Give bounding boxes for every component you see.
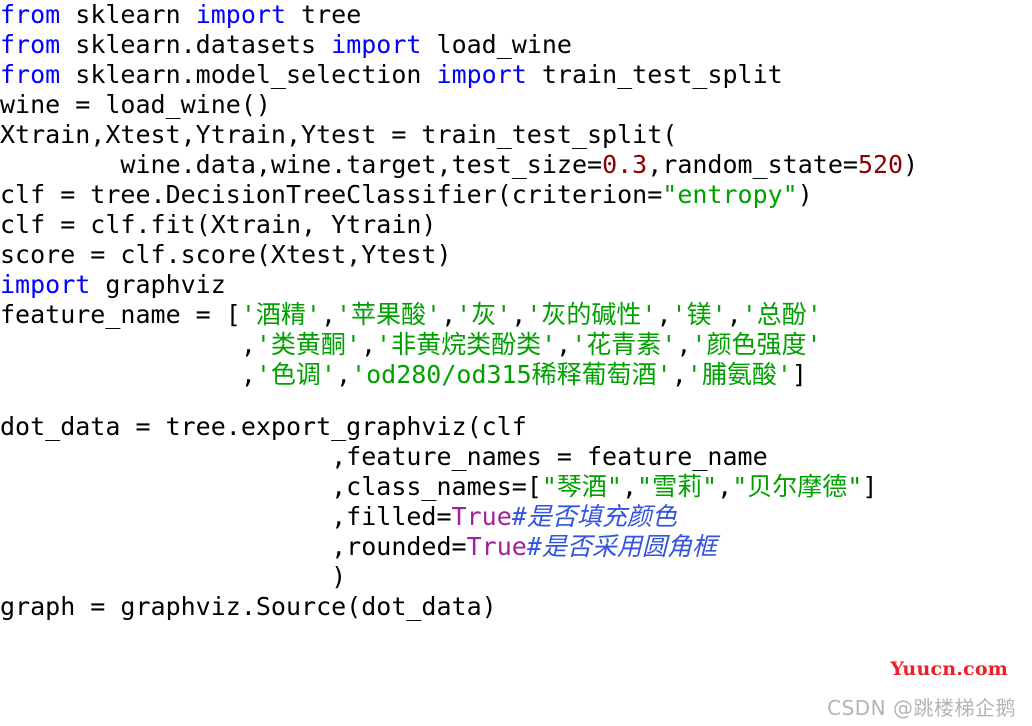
code-token-bool: True bbox=[466, 532, 527, 561]
code-token-plain: dot_data = tree.export_graphviz(clf bbox=[0, 412, 527, 441]
code-token-plain: , bbox=[0, 360, 256, 389]
code-token-kw: from bbox=[0, 60, 61, 89]
code-line: clf = tree.DecisionTreeClassifier(criter… bbox=[0, 180, 1032, 210]
code-token-str: "琴酒" bbox=[541, 472, 622, 501]
code-line: ,filled=True#是否填充颜色 bbox=[0, 502, 1032, 532]
code-token-str: '苹果酸' bbox=[336, 300, 442, 329]
code-line: ,'类黄酮','非黄烷类酚类','花青素','颜色强度' bbox=[0, 330, 1032, 360]
code-line: from sklearn import tree bbox=[0, 0, 1032, 30]
code-token-plain: ] bbox=[862, 472, 878, 501]
code-token-str: "entropy" bbox=[662, 180, 798, 209]
code-token-num: 0.3 bbox=[602, 150, 648, 179]
code-token-plain: sklearn.datasets bbox=[60, 30, 332, 59]
code-screenshot: from sklearn import tree from sklearn.dat… bbox=[0, 0, 1032, 726]
code-line: wine.data,wine.target,test_size=0.3,rand… bbox=[0, 150, 1032, 180]
code-token-str: '总酚' bbox=[741, 300, 822, 329]
code-token-kw: import bbox=[436, 60, 527, 89]
code-token-str: '脯氨酸' bbox=[686, 360, 792, 389]
code-token-plain: ,class_names=[ bbox=[0, 472, 542, 501]
code-line: dot_data = tree.export_graphviz(clf bbox=[0, 412, 1032, 442]
code-token-plain: , bbox=[656, 300, 672, 329]
code-token-plain: sklearn bbox=[60, 0, 196, 29]
code-token-str: '类黄酮' bbox=[255, 330, 361, 359]
code-line: from sklearn.model_selection import trai… bbox=[0, 60, 1032, 90]
code-token-str: 'od280/od315稀释葡萄酒' bbox=[351, 360, 672, 389]
code-token-plain: wine = load_wine() bbox=[0, 90, 271, 119]
code-line: ,rounded=True#是否采用圆角框 bbox=[0, 532, 1032, 562]
code-token-plain: , bbox=[441, 300, 457, 329]
code-token-str: "贝尔摩德" bbox=[732, 472, 863, 501]
code-line: Xtrain,Xtest,Ytrain,Ytest = train_test_s… bbox=[0, 120, 1032, 150]
code-token-plain: , bbox=[511, 300, 527, 329]
code-token-plain: clf = clf.fit(Xtrain, Ytrain) bbox=[0, 210, 437, 239]
code-token-comment: #是否采用圆角框 bbox=[526, 532, 717, 561]
code-token-plain: feature_name = [ bbox=[0, 300, 241, 329]
code-token-str: '色调' bbox=[255, 360, 336, 389]
code-line: clf = clf.fit(Xtrain, Ytrain) bbox=[0, 210, 1032, 240]
code-line: ,class_names=["琴酒","雪莉","贝尔摩德"] bbox=[0, 472, 1032, 502]
code-token-plain: ,rounded= bbox=[0, 532, 467, 561]
code-token-str: '镁' bbox=[671, 300, 727, 329]
code-token-plain: , bbox=[676, 330, 692, 359]
code-line: import graphviz bbox=[0, 270, 1032, 300]
code-token-plain: ) bbox=[0, 562, 347, 591]
code-token-kw: from bbox=[0, 30, 61, 59]
code-token-str: '花青素' bbox=[571, 330, 677, 359]
code-token-plain: clf = tree.DecisionTreeClassifier(criter… bbox=[0, 180, 663, 209]
code-token-plain: , bbox=[320, 300, 336, 329]
code-token-plain: , bbox=[0, 330, 256, 359]
code-token-num: 520 bbox=[857, 150, 904, 179]
code-token-plain: , bbox=[717, 472, 733, 501]
code-token-plain: score = clf.score(Xtest,Ytest) bbox=[0, 240, 452, 269]
code-token-kw: import bbox=[331, 30, 422, 59]
code-line: feature_name = ['酒精','苹果酸','灰','灰的碱性','镁… bbox=[0, 300, 1032, 330]
code-token-plain: , bbox=[621, 472, 638, 501]
code-token-plain: ,random_state= bbox=[647, 150, 858, 179]
code-line: ,'色调','od280/od315稀释葡萄酒','脯氨酸'] bbox=[0, 360, 1032, 390]
code-token-plain: wine.data,wine.target,test_size= bbox=[0, 150, 603, 179]
code-token-plain: , bbox=[360, 330, 377, 359]
code-token-str: "雪莉" bbox=[637, 472, 718, 501]
code-token-str: '酒精' bbox=[240, 300, 321, 329]
code-token-bool: True bbox=[451, 502, 512, 531]
code-token-plain: ] bbox=[791, 360, 807, 389]
code-token-plain: , bbox=[556, 330, 572, 359]
code-token-plain: Xtrain,Xtest,Ytrain,Ytest = train_test_s… bbox=[0, 120, 678, 149]
code-token-plain: , bbox=[335, 360, 352, 389]
code-line: wine = load_wine() bbox=[0, 90, 1032, 120]
code-token-str: '颜色强度' bbox=[691, 330, 822, 359]
code-line: graph = graphviz.Source(dot_data) bbox=[0, 592, 1032, 622]
code-token-kw: import bbox=[195, 0, 286, 29]
code-line: ) bbox=[0, 562, 1032, 592]
code-token-plain: graphviz bbox=[90, 270, 226, 299]
code-token-plain: ,filled= bbox=[0, 502, 452, 531]
code-token-plain: , bbox=[671, 360, 687, 389]
code-token-plain: tree bbox=[286, 0, 362, 29]
code-token-plain: ) bbox=[797, 180, 813, 209]
code-token-kw: from bbox=[0, 0, 61, 29]
code-line: ,feature_names = feature_name bbox=[0, 442, 1032, 472]
code-token-str: '灰的碱性' bbox=[526, 300, 657, 329]
code-token-plain: load_wine bbox=[421, 30, 572, 59]
code-token-plain: sklearn.model_selection bbox=[60, 60, 437, 89]
code-token-plain: graph = graphviz.Source(dot_data) bbox=[0, 592, 497, 621]
code-token-plain: train_test_split bbox=[526, 60, 783, 89]
code-token-str: '非黄烷类酚类' bbox=[376, 330, 557, 359]
code-token-plain: , bbox=[726, 300, 742, 329]
code-token-str: '灰' bbox=[456, 300, 512, 329]
code-token-kw: import bbox=[0, 270, 91, 299]
code-token-plain: ,feature_names = feature_name bbox=[0, 442, 768, 471]
code-token-plain: ) bbox=[903, 150, 919, 179]
code-line: score = clf.score(Xtest,Ytest) bbox=[0, 240, 1032, 270]
watermark-site: Yuucn.com bbox=[890, 658, 1008, 680]
watermark-csdn: CSDN @跳楼梯企鹅 bbox=[827, 696, 1016, 720]
code-block[interactable]: from sklearn import tree from sklearn.dat… bbox=[0, 0, 1032, 622]
code-line: from sklearn.datasets import load_wine bbox=[0, 30, 1032, 60]
code-token-comment: #是否填充颜色 bbox=[511, 502, 677, 531]
